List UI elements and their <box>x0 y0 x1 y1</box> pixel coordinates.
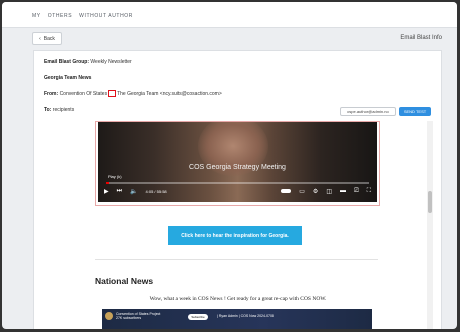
news-video-thumbnail[interactable]: Convention of States Project 27K subscri… <box>102 309 372 329</box>
blast-group-value: Weekly Newsletter <box>90 59 132 65</box>
captions-icon[interactable]: ▭ <box>299 188 305 195</box>
chevron-left-icon: ‹ <box>39 35 41 42</box>
to-line: To: recipients <box>44 107 74 113</box>
channel-subscribers: 27K subscribers <box>116 316 142 320</box>
channel-logo-icon <box>105 312 113 320</box>
fullscreen-icon[interactable]: ⛶ <box>367 188 371 195</box>
settings-icon[interactable]: ⚙ <box>313 188 318 195</box>
top-navigation: MY OTHERS WITHOUT AUTHOR <box>2 2 457 28</box>
play-icon[interactable]: ▶ <box>104 188 109 195</box>
national-news-intro: Wow, what a week in COS News ! Get ready… <box>149 296 327 302</box>
section-divider <box>95 259 378 260</box>
page-title: Email Blast Info <box>400 35 442 41</box>
from-sender-prefix: Convention Of States <box>59 90 108 97</box>
test-email-field[interactable]: cspe.author@admin.no <box>340 107 396 116</box>
back-button-label: Back <box>43 35 55 42</box>
team-name: Georgia Team News <box>44 75 92 81</box>
next-icon[interactable]: ⏭ <box>117 188 122 195</box>
theater-icon[interactable]: ▬ <box>340 188 346 194</box>
subscribe-button[interactable]: Subscribe <box>188 314 208 320</box>
video-embed: COS Georgia Strategy Meeting Play (k) ▶ … <box>95 121 380 206</box>
news-video-title: | Ryan Admin | COS Now 2024-0708 <box>217 314 274 318</box>
cast-icon[interactable]: ⎚ <box>354 188 359 195</box>
video-player[interactable]: COS Georgia Strategy Meeting Play (k) ▶ … <box>98 122 377 202</box>
volume-icon[interactable]: 🔈 <box>130 188 137 195</box>
preview-scrollbar[interactable] <box>427 121 433 329</box>
video-progress-fill <box>106 182 109 184</box>
to-label: To: <box>44 107 52 113</box>
sub-header: ‹ Back Email Blast Info <box>30 32 442 48</box>
scrollbar-thumb[interactable] <box>428 191 432 213</box>
play-tooltip: Play (k) <box>108 174 122 179</box>
miniplayer-icon[interactable]: ◫ <box>326 188 332 195</box>
breadcrumb-item-my[interactable]: MY <box>32 13 41 19</box>
video-progress-bar[interactable] <box>106 182 369 184</box>
video-controls: ▶ ⏭ 🔈 4:05 / 55:58 ▭ ⚙ ◫ ▬ ⎚ ⛶ <box>104 186 371 196</box>
blast-group-line: Email Blast Group: Weekly Newsletter <box>44 59 132 65</box>
autoplay-toggle-icon[interactable] <box>281 189 292 193</box>
video-title: COS Georgia Strategy Meeting <box>189 164 286 171</box>
highlight-marker <box>108 90 117 97</box>
send-test-button[interactable]: SEND TEST <box>399 107 431 116</box>
video-time: 4:05 / 55:58 <box>145 188 167 194</box>
national-news-heading: National News <box>95 276 154 286</box>
channel-name: Convention of States Project 27K subscri… <box>116 312 161 320</box>
team-line: Georgia Team News <box>44 75 91 81</box>
inspiration-cta-button[interactable]: Click here to hear the inspiration for G… <box>168 226 302 245</box>
to-value: recipients <box>52 107 75 113</box>
breadcrumb: MY OTHERS WITHOUT AUTHOR <box>32 13 138 19</box>
from-line: From: Convention Of States The Georgia Te… <box>44 90 222 97</box>
from-label: From: <box>44 90 59 97</box>
breadcrumb-item-without-author[interactable]: WITHOUT AUTHOR <box>79 13 133 19</box>
blast-group-label: Email Blast Group: <box>44 59 90 65</box>
app-window: MY OTHERS WITHOUT AUTHOR ‹ Back Email Bl… <box>2 2 457 329</box>
email-preview: COS Georgia Strategy Meeting Play (k) ▶ … <box>53 121 433 329</box>
breadcrumb-item-others[interactable]: OTHERS <box>48 13 72 19</box>
from-sender-suffix: The Georgia Team <ncy.suits@cosaction.co… <box>117 90 222 97</box>
back-button[interactable]: ‹ Back <box>32 32 62 45</box>
